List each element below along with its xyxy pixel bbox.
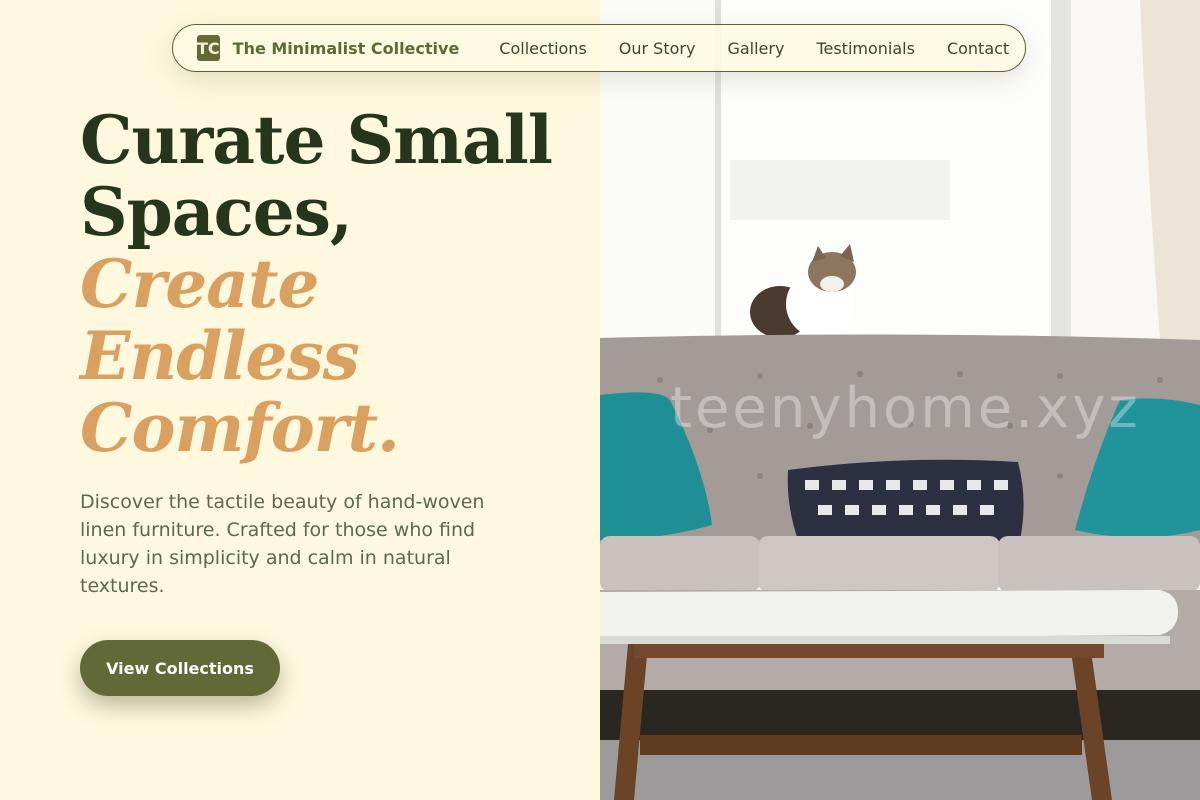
headline-accent-line-1: Create: [80, 245, 320, 323]
view-collections-button[interactable]: View Collections: [80, 640, 280, 696]
logo-badge[interactable]: TC: [197, 35, 220, 61]
nav-link-testimonials[interactable]: Testimonials: [816, 39, 915, 58]
hero-section: Curate Small Spaces, Create Endless Comf…: [0, 0, 600, 800]
nav-link-our-story[interactable]: Our Story: [619, 39, 696, 58]
headline-line-2: Spaces,: [80, 173, 353, 251]
watermark-text: teenyhome.xyz: [670, 376, 1141, 441]
headline-accent-line-2: Endless: [80, 317, 360, 395]
hero-photo: teenyhome.xyz: [600, 0, 1200, 800]
nav-link-contact[interactable]: Contact: [947, 39, 1009, 58]
headline-accent-line-3: Comfort.: [80, 389, 400, 467]
nav-link-gallery[interactable]: Gallery: [727, 39, 784, 58]
nav-link-collections[interactable]: Collections: [499, 39, 586, 58]
brand-name[interactable]: The Minimalist Collective: [233, 39, 460, 58]
nav-menu: Collections Our Story Gallery Testimonia…: [499, 39, 1041, 58]
hero-description: Discover the tactile beauty of hand-wove…: [80, 491, 485, 597]
top-navigation: TC The Minimalist Collective Collections…: [172, 24, 1026, 72]
headline-line-1: Curate Small: [80, 101, 553, 179]
hero-headline: Curate Small Spaces, Create Endless Comf…: [80, 101, 553, 467]
